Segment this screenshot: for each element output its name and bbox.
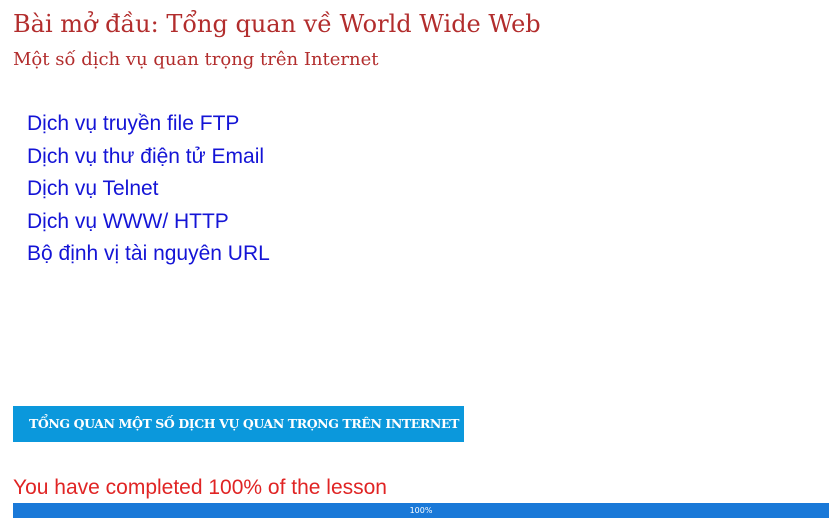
overview-button[interactable]: TỔNG QUAN MỘT SỐ DỊCH VỤ QUAN TRỌNG TRÊN… xyxy=(13,406,464,442)
service-link-www-http[interactable]: Dịch vụ WWW/ HTTP xyxy=(27,206,270,239)
completion-message: You have completed 100% of the lesson xyxy=(13,476,387,499)
lesson-subtitle: Một số dịch vụ quan trọng trên Internet xyxy=(13,49,379,70)
service-link-url[interactable]: Bộ định vị tài nguyên URL xyxy=(27,238,270,271)
service-link-telnet[interactable]: Dịch vụ Telnet xyxy=(27,173,270,206)
service-link-ftp[interactable]: Dịch vụ truyền file FTP xyxy=(27,108,270,141)
service-link-email[interactable]: Dịch vụ thư điện tử Email xyxy=(27,141,270,174)
service-list: Dịch vụ truyền file FTP Dịch vụ thư điện… xyxy=(27,108,270,271)
lesson-title: Bài mở đầu: Tổng quan về World Wide Web xyxy=(13,10,541,38)
progress-bar: 100% xyxy=(13,503,829,518)
progress-label: 100% xyxy=(409,506,433,515)
